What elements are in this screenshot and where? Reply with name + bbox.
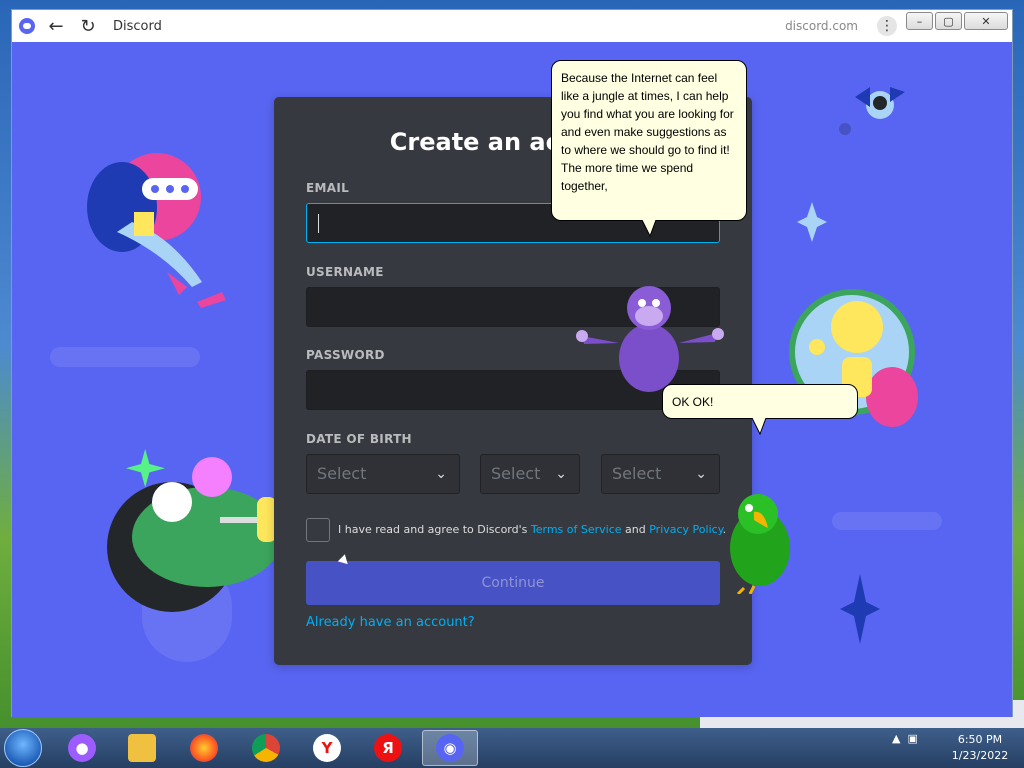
speech-bubble: Because the Internet can feel like a jun…	[551, 60, 747, 221]
taskbar-explorer[interactable]	[114, 730, 170, 766]
creature-illustration	[107, 449, 282, 612]
girl-illustration	[87, 153, 226, 308]
clock-date: 1/23/2022	[951, 749, 1009, 762]
speech-bubble-tail	[752, 418, 767, 436]
yandex-browser-icon: Y	[313, 734, 341, 762]
more-options-icon[interactable]: ⋮	[877, 16, 897, 36]
terms-checkbox[interactable]	[306, 518, 330, 542]
system-tray[interactable]: ▲ ▣	[892, 732, 918, 745]
minimize-button[interactable]: –	[906, 12, 933, 30]
bat-illustration	[839, 87, 905, 135]
taskbar-firefox[interactable]	[176, 730, 232, 766]
terms-agreement-text: I have read and agree to Discord's Terms…	[338, 523, 726, 536]
day-select[interactable]: Select ⌄	[480, 454, 580, 494]
taskbar-alice-app[interactable]: ●	[54, 730, 110, 766]
agree-prefix: I have read and agree to Discord's	[338, 523, 531, 536]
taskbar: ● Y Я ◉ ▲ ▣ 6:50 PM 1/23/2022	[0, 728, 1024, 768]
continue-button[interactable]: Continue	[306, 561, 720, 605]
text-caret	[318, 214, 319, 233]
sparkle-icon	[840, 574, 880, 644]
taskbar-yandex[interactable]: Я	[360, 730, 416, 766]
background-cloud	[832, 512, 942, 530]
agree-and: and	[621, 523, 650, 536]
clock[interactable]: 6:50 PM 1/23/2022	[940, 732, 1020, 764]
alice-icon: ●	[68, 734, 96, 762]
month-select[interactable]: Select ⌄	[306, 454, 460, 494]
speech-bubble-small: OK OK!	[662, 384, 858, 419]
discord-app-icon	[19, 18, 35, 34]
browser-titlebar: ← ↻ Discord discord.com ⋮ – ▢ ✕	[12, 10, 1012, 42]
clock-time: 6:50 PM	[957, 733, 1003, 746]
discord-icon: ◉	[436, 734, 464, 762]
month-select-value: Select	[317, 464, 367, 483]
maximize-button[interactable]: ▢	[935, 12, 962, 30]
taskbar-discord[interactable]: ◉	[422, 730, 478, 766]
discord-register-page: Create an account EMAIL USERNAME PASSWOR…	[12, 42, 1012, 717]
email-label: EMAIL	[306, 181, 350, 195]
chrome-icon	[252, 734, 280, 762]
speech-bubble-tail	[642, 220, 657, 238]
privacy-policy-link[interactable]: Privacy Policy	[649, 523, 722, 536]
start-button[interactable]	[4, 729, 42, 767]
terms-of-service-link[interactable]: Terms of Service	[531, 523, 622, 536]
username-label: USERNAME	[306, 265, 384, 279]
year-select-value: Select	[612, 464, 662, 483]
sparkle-icon	[797, 202, 827, 242]
bonzi-gorilla-character[interactable]	[572, 278, 727, 393]
reload-icon[interactable]: ↻	[77, 15, 99, 37]
chevron-down-icon: ⌄	[435, 466, 447, 482]
browser-window: ← ↻ Discord discord.com ⋮ – ▢ ✕ Create a…	[11, 9, 1013, 717]
taskbar-yandex-browser[interactable]: Y	[299, 730, 355, 766]
taskbar-chrome[interactable]	[238, 730, 294, 766]
background-cloud	[50, 347, 200, 367]
chevron-down-icon: ⌄	[555, 466, 567, 482]
chevron-down-icon: ⌄	[695, 466, 707, 482]
back-arrow-icon[interactable]: ←	[45, 15, 67, 37]
yandex-icon: Я	[374, 734, 402, 762]
folder-icon	[128, 734, 156, 762]
window-title: Discord	[113, 18, 162, 34]
year-select[interactable]: Select ⌄	[601, 454, 720, 494]
password-label: PASSWORD	[306, 348, 385, 362]
day-select-value: Select	[491, 464, 541, 483]
login-link[interactable]: Already have an account?	[306, 615, 475, 630]
url-text[interactable]: discord.com	[785, 19, 858, 33]
dob-label: DATE OF BIRTH	[306, 432, 412, 446]
firefox-icon	[190, 734, 218, 762]
close-button[interactable]: ✕	[964, 12, 1008, 30]
parrot-character[interactable]	[724, 490, 796, 594]
window-controls: – ▢ ✕	[906, 12, 1008, 30]
